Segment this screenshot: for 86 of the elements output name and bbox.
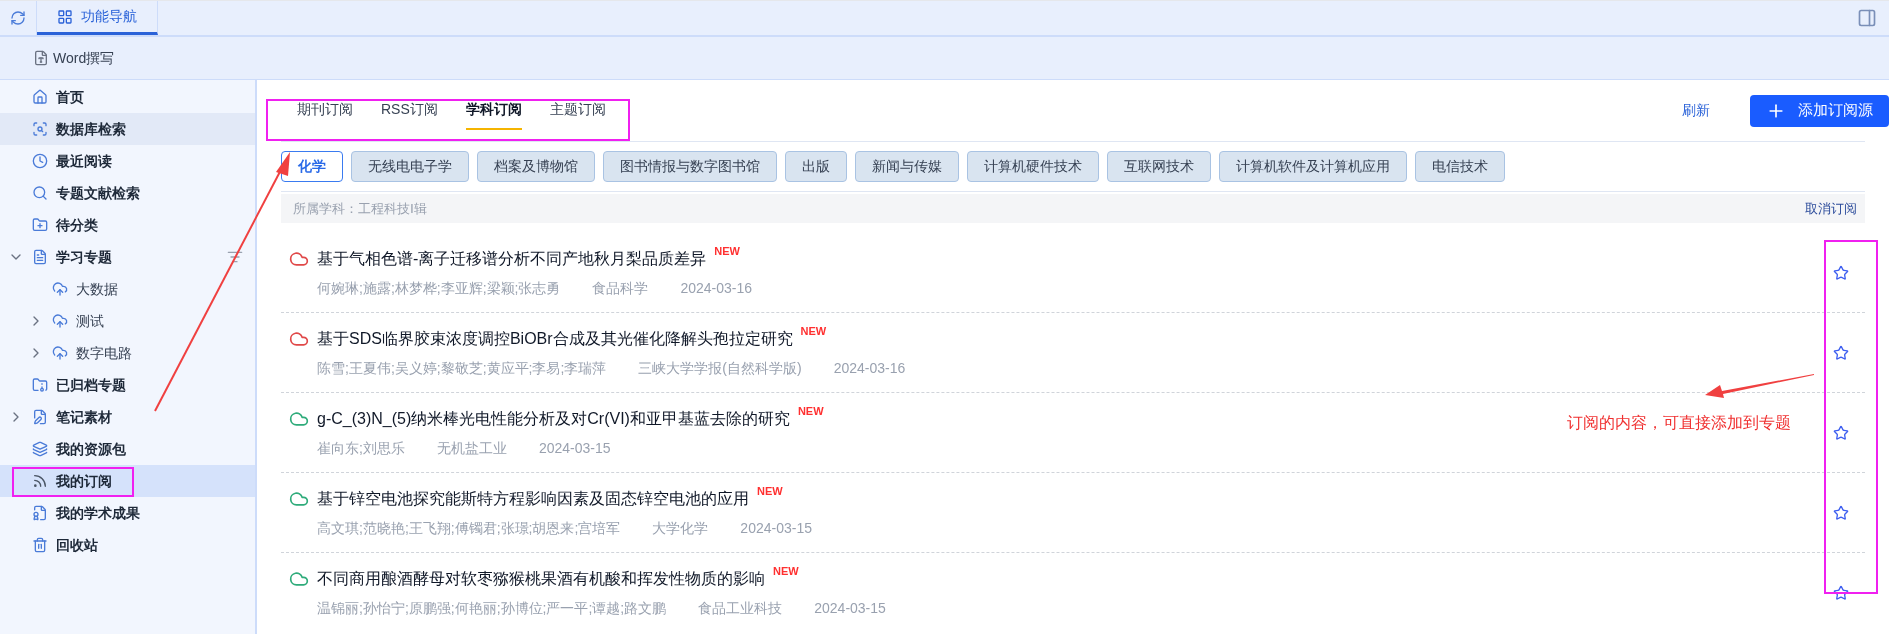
article-authors: 温锦丽;孙怡宁;原鹏强;何艳丽;孙博位;严一平;谭越;路文鹏 (317, 599, 667, 618)
subject-chip[interactable]: 新闻与传媒 (855, 151, 959, 182)
cloud-folder-icon (52, 345, 68, 361)
rss-icon (32, 473, 48, 489)
article-date: 2024-03-15 (814, 599, 886, 618)
article-authors: 何婉琳;施露;林梦桦;李亚辉;梁颖;张志勇 (317, 278, 561, 298)
subscription-tab[interactable]: 学科订阅 (465, 91, 522, 130)
sidebar-item[interactable]: 学习专题 (0, 241, 255, 273)
subscription-tab[interactable]: RSS订阅 (381, 91, 438, 130)
article-journal: 食品科学 (592, 278, 649, 298)
folder-plus-icon (32, 217, 48, 233)
cloud-folder-icon (52, 281, 68, 297)
home-icon (32, 89, 48, 105)
new-label: NEW (757, 483, 783, 499)
sidebar-item[interactable]: 我的学术成果 (0, 497, 255, 529)
subject-chip[interactable]: 化学 (281, 151, 343, 182)
sidebar-item[interactable]: 最近阅读 (0, 145, 255, 177)
sidebar-item[interactable]: 我的资源包 (0, 433, 255, 465)
subject-chip[interactable]: 出版 (785, 151, 847, 182)
star-icon[interactable] (1833, 585, 1849, 601)
article-journal: 食品工业科技 (698, 599, 783, 618)
subject-chip[interactable]: 图书情报与数字图书馆 (603, 151, 777, 182)
list-search-icon (32, 121, 48, 137)
article-title[interactable]: 基于锌空电池探究能斯特方程影响因素及固态锌空电池的应用 (317, 486, 749, 511)
article-title[interactable]: 不同商用酿酒酵母对软枣猕猴桃果酒有机酸和挥发性物质的影响 (317, 567, 765, 591)
word-button[interactable]: Word撰写 (33, 47, 115, 69)
edit-note-icon (32, 409, 48, 425)
panel-icon[interactable] (1857, 8, 1877, 28)
subscription-tab[interactable]: 期刊订阅 (297, 91, 353, 130)
refresh-link[interactable]: 刷新 (1682, 100, 1710, 121)
article-authors: 陈雪;王夏伟;吴义婷;黎敬芝;黄应平;李易;李瑞萍 (317, 358, 607, 378)
article-authors: 崔向东;刘思乐 (317, 438, 405, 458)
new-label: NEW (714, 243, 740, 259)
annotation-note: 订阅的内容，可直接添加到专题 (1567, 413, 1791, 433)
sidebar-item[interactable]: 大数据 (0, 273, 255, 305)
article-journal: 无机盐工业 (436, 438, 507, 458)
star-icon[interactable] (1833, 344, 1849, 361)
sidebar-item[interactable]: 回收站 (0, 529, 255, 561)
layers-icon (32, 441, 48, 457)
article-authors: 高文琪;范晓艳;王飞翔;傅镯君;张璟;胡恩来;宫培军 (317, 518, 621, 538)
search-icon (32, 185, 48, 201)
word-document-icon (33, 50, 49, 66)
subject-chip[interactable]: 档案及博物馆 (477, 151, 595, 182)
article-title[interactable]: 基于气相色谱-离子迁移谱分析不同产地秋月梨品质差异 (317, 246, 707, 271)
unsubscribe-link[interactable]: 取消订阅 (1805, 198, 1857, 219)
xml-cloud-icon (289, 569, 309, 589)
sidebar-item[interactable]: 数据库检索 (0, 113, 255, 145)
subject-chip[interactable]: 计算机硬件技术 (967, 151, 1099, 182)
sidebar-item[interactable]: 已归档专题 (0, 369, 255, 401)
filter-icon[interactable] (227, 249, 243, 265)
refresh-icon[interactable] (10, 10, 26, 26)
new-label: NEW (773, 564, 799, 579)
new-label: NEW (800, 323, 827, 339)
star-icon[interactable] (1833, 504, 1849, 521)
article-title[interactable]: g-C_(3)N_(5)纳米棒光电性能分析及对Cr(VI)和亚甲基蓝去除的研究 (317, 406, 790, 431)
sidebar-item[interactable]: 笔记素材 (0, 401, 255, 433)
subject-chip[interactable]: 计算机软件及计算机应用 (1219, 151, 1407, 182)
document-icon (32, 249, 48, 265)
sidebar-item[interactable]: 测试 (0, 305, 255, 337)
sidebar-item[interactable]: 首页 (0, 81, 255, 113)
sidebar-item[interactable]: 待分类 (0, 209, 255, 241)
new-label: NEW (797, 403, 824, 419)
article-date: 2024-03-16 (833, 358, 906, 378)
grid-icon (57, 8, 73, 25)
star-icon[interactable] (1833, 424, 1849, 441)
article-date: 2024-03-15 (740, 518, 812, 538)
clock-icon (32, 153, 48, 169)
star-icon[interactable] (1833, 264, 1849, 281)
article-date: 2024-03-16 (680, 278, 753, 298)
article-journal: 大学化学 (652, 518, 709, 538)
sidebar-item[interactable]: 专题文献检索 (0, 177, 255, 209)
document-badge-icon (32, 505, 48, 521)
category-label: 所属学科：工程科技Ⅰ辑 (293, 199, 427, 218)
subject-chip[interactable]: 电信技术 (1415, 151, 1505, 182)
cloud-folder-icon (52, 313, 68, 329)
sidebar-item[interactable]: 我的订阅 (0, 465, 255, 497)
article-title[interactable]: 基于SDS临界胶束浓度调控BiOBr合成及其光催化降解头孢拉定研究 (317, 326, 793, 351)
article-journal: 三峡大学学报(自然科学版) (638, 358, 802, 378)
subject-chip[interactable]: 互联网技术 (1107, 151, 1211, 182)
subject-chip[interactable]: 无线电电子学 (351, 151, 469, 182)
article-date: 2024-03-15 (538, 438, 611, 458)
subscription-tab[interactable]: 主题订阅 (549, 91, 606, 130)
sidebar-item[interactable]: 数字电路 (0, 337, 255, 369)
add-source-button[interactable]: 添加订阅源 (1750, 94, 1889, 127)
archive-folder-icon (32, 377, 48, 393)
trash-icon (32, 537, 48, 553)
